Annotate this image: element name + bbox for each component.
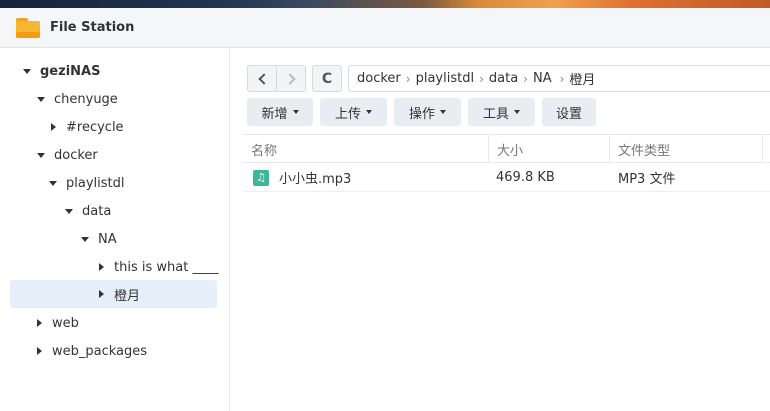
tree-label: chenyuge	[54, 91, 118, 107]
tree-item-docker[interactable]: docker	[34, 141, 220, 169]
tree-item-web[interactable]: web	[32, 309, 220, 337]
refresh-icon: C	[321, 70, 333, 87]
tools-button[interactable]: 工具	[468, 98, 535, 126]
tree-item-this-is-what[interactable]: this is what ____	[94, 253, 220, 281]
caret-down-icon[interactable]	[34, 96, 48, 102]
forward-button[interactable]	[276, 65, 306, 92]
caret-right-icon[interactable]	[46, 123, 60, 131]
chevron-right-icon: ›	[405, 71, 411, 86]
settings-button[interactable]: 设置	[542, 98, 596, 126]
table-row[interactable]: ♫ 小小虫.mp3 469.8 KB MP3 文件	[243, 163, 770, 192]
tree-label: this is what ____	[114, 259, 219, 275]
tree-root-geziNAS[interactable]: geziNAS	[20, 57, 220, 85]
folder-icon	[16, 17, 40, 38]
caret-down-icon[interactable]	[34, 152, 48, 158]
column-header-type[interactable]: 文件类型	[610, 135, 762, 163]
chevron-right-icon: ›	[559, 71, 565, 86]
column-header-name[interactable]: 名称	[243, 135, 488, 163]
breadcrumb-item[interactable]: docker	[357, 71, 401, 86]
caret-right-icon[interactable]	[32, 319, 46, 327]
dropdown-arrow-icon	[292, 110, 299, 114]
tree-label: web	[52, 315, 79, 331]
tree-label: 橙月	[114, 288, 141, 304]
caret-down-icon[interactable]	[20, 68, 34, 74]
file-size-cell: 469.8 KB	[496, 163, 606, 192]
breadcrumb-item[interactable]: playlistdl	[416, 71, 474, 86]
column-header-size[interactable]: 大小	[489, 135, 609, 163]
tree-label: data	[82, 203, 112, 219]
tree-item-playlistdl[interactable]: playlistdl	[46, 169, 220, 197]
file-type-cell: MP3 文件	[618, 163, 758, 192]
tree-label: docker	[54, 147, 98, 163]
caret-right-icon[interactable]	[94, 263, 108, 271]
file-type: MP3 文件	[618, 172, 676, 187]
settings-button-label: 设置	[555, 106, 582, 122]
tree-label: playlistdl	[66, 175, 125, 191]
chevron-right-icon: ›	[523, 71, 528, 86]
new-button-label: 新增	[261, 106, 288, 122]
upload-button-label: 上传	[334, 106, 361, 122]
column-header-label: 名称	[251, 143, 278, 159]
tree-item-na[interactable]: NA	[78, 225, 220, 253]
dropdown-arrow-icon	[366, 110, 372, 114]
action-button[interactable]: 操作	[394, 98, 461, 126]
caret-down-icon[interactable]	[62, 208, 76, 214]
window-title: File Station	[50, 20, 135, 35]
tree-label: geziNAS	[40, 63, 101, 79]
tree-item-chengyue[interactable]: 橙月	[10, 280, 217, 308]
chevron-left-icon	[257, 72, 270, 85]
tree-label: #recycle	[66, 119, 124, 135]
action-button-label: 操作	[408, 106, 435, 122]
title-bar: File Station	[0, 8, 770, 48]
caret-down-icon[interactable]	[46, 180, 60, 186]
chevron-right-icon: ›	[479, 71, 484, 86]
file-size: 469.8 KB	[496, 170, 555, 185]
table-header: 名称 大小 文件类型	[243, 134, 770, 163]
breadcrumb-item[interactable]: 橙月	[569, 69, 595, 88]
caret-right-icon[interactable]	[32, 347, 46, 355]
back-button[interactable]	[247, 65, 277, 92]
upload-button[interactable]: 上传	[320, 98, 387, 126]
new-button[interactable]: 新增	[247, 98, 313, 126]
tree-item-recycle[interactable]: #recycle	[46, 113, 220, 141]
tree-item-data[interactable]: data	[62, 197, 220, 225]
column-divider[interactable]	[762, 135, 763, 163]
dropdown-arrow-icon	[440, 110, 446, 114]
tree-item-web-packages[interactable]: web_packages	[32, 337, 220, 365]
path-bar[interactable]: docker › playlistdl › data › NA › 橙月	[348, 65, 770, 92]
tree-label: NA	[98, 231, 117, 247]
tools-button-label: 工具	[482, 106, 509, 122]
caret-right-icon[interactable]	[94, 290, 108, 298]
file-name-cell: ♫ 小小虫.mp3	[253, 163, 483, 192]
tree-item-chenyuge[interactable]: chenyuge	[34, 85, 220, 113]
music-file-icon: ♫	[253, 169, 269, 186]
caret-down-icon[interactable]	[78, 236, 92, 242]
tree-label: web_packages	[52, 343, 148, 359]
file-name: 小小虫.mp3	[279, 172, 352, 187]
column-header-label: 文件类型	[618, 143, 671, 159]
chevron-right-icon	[283, 72, 296, 85]
wallpaper-strip	[0, 0, 770, 8]
dropdown-arrow-icon	[514, 110, 520, 114]
breadcrumb-item[interactable]: data	[489, 71, 518, 86]
refresh-button[interactable]: C	[312, 65, 342, 92]
column-header-label: 大小	[497, 143, 524, 159]
breadcrumb-item[interactable]: NA	[533, 71, 552, 86]
